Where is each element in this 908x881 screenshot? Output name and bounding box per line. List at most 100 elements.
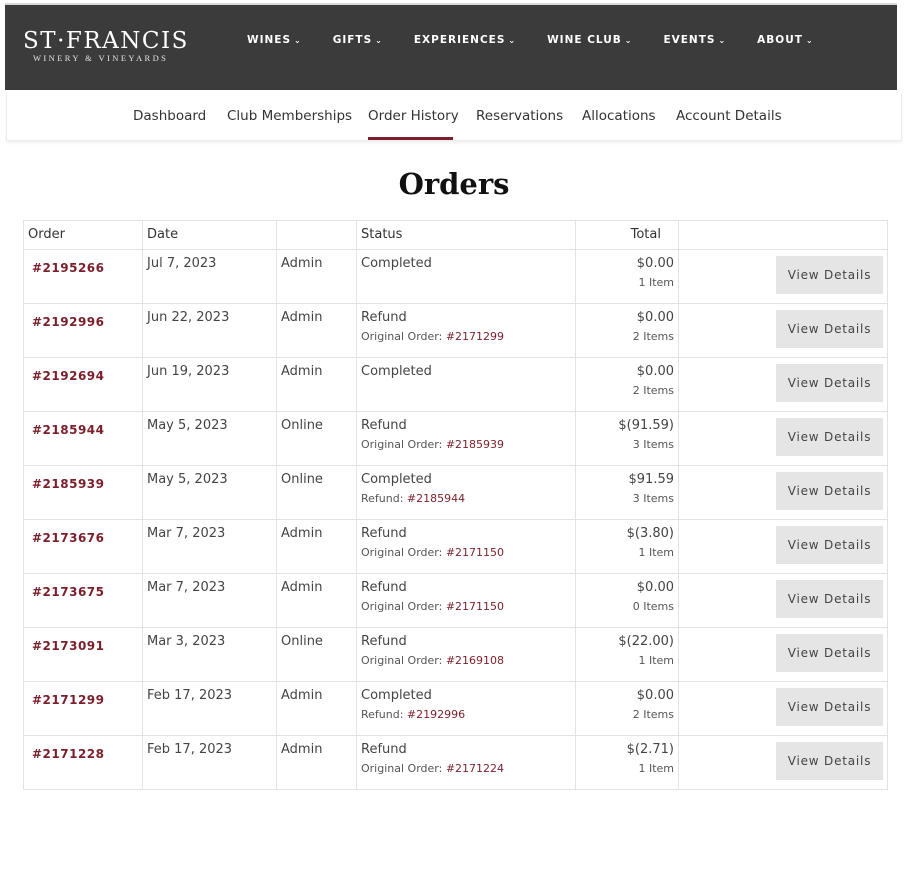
total-amount: $(91.59): [618, 418, 674, 433]
status-text: Refund: [361, 742, 407, 757]
brand-name: ST·FRANCIS: [23, 28, 189, 54]
status-text: Refund: [361, 310, 407, 325]
order-number-link[interactable]: #2192996: [32, 315, 105, 329]
action-cell: View Details: [678, 735, 888, 790]
status-reference: Original Order: #2171299: [361, 330, 571, 343]
reference-order-link[interactable]: #2171224: [446, 762, 504, 775]
table-row: #2171228 Feb 17, 2023 Admin Refund Original …: [23, 735, 888, 790]
date-cell: Mar 3, 2023: [142, 627, 277, 682]
tab-account-details[interactable]: Account Details: [676, 108, 782, 124]
status-text: Refund: [361, 634, 407, 649]
site-header: ST·FRANCIS Winery & Vineyards WINES ⌄ GIF…: [5, 3, 897, 90]
reference-order-link[interactable]: #2169108: [446, 654, 504, 667]
table-row: #2192996 Jun 22, 2023 Admin Refund Original …: [23, 303, 888, 358]
reference-label: Original Order:: [361, 654, 443, 667]
total-cell: $(3.80) 1 Item: [575, 519, 679, 574]
view-details-button[interactable]: View Details: [776, 472, 883, 510]
status-reference: Original Order: #2171224: [361, 762, 571, 775]
view-details-button[interactable]: View Details: [776, 688, 883, 726]
status-text: Completed: [361, 364, 432, 379]
status-text: Completed: [361, 256, 432, 271]
chevron-down-icon: ⌄: [508, 36, 517, 45]
tab-order-history[interactable]: Order History: [368, 108, 459, 124]
order-number-link[interactable]: #2171228: [32, 747, 105, 761]
nav-wine-club-label: WINE CLUB: [547, 34, 622, 46]
total-amount: $(3.80): [626, 526, 674, 541]
reference-label: Original Order:: [361, 546, 443, 559]
nav-events[interactable]: EVENTS ⌄: [663, 34, 726, 46]
status-cell: Refund Original Order: #2171150: [356, 573, 576, 628]
orders-table-body: #2195266 Jul 7, 2023 Admin Completed $0.00 1 …: [23, 249, 888, 790]
status-text: Completed: [361, 472, 432, 487]
reference-order-link[interactable]: #2185939: [446, 438, 504, 451]
total-amount: $0.00: [636, 580, 674, 595]
orders-table: Order Date Status Total #2195266 Jul 7, 2…: [23, 220, 888, 790]
channel-cell: Admin: [276, 735, 357, 790]
tab-dashboard[interactable]: Dashboard: [133, 108, 206, 124]
status-text: Refund: [361, 526, 407, 541]
reference-order-link[interactable]: #2171299: [446, 330, 504, 343]
status-reference: Refund: #2192996: [361, 708, 571, 721]
channel-cell: Admin: [276, 249, 357, 304]
view-details-button[interactable]: View Details: [776, 418, 883, 456]
date-cell: Mar 7, 2023: [142, 519, 277, 574]
channel-cell: Admin: [276, 303, 357, 358]
nav-gifts[interactable]: GIFTS ⌄: [333, 34, 383, 46]
status-reference: Refund: #2185944: [361, 492, 571, 505]
order-cell: #2173675: [23, 573, 143, 628]
status-reference: Original Order: #2171150: [361, 600, 571, 613]
action-cell: View Details: [678, 465, 888, 520]
nav-wines[interactable]: WINES ⌄: [247, 34, 302, 46]
order-number-link[interactable]: #2173091: [32, 639, 105, 653]
tab-allocations[interactable]: Allocations: [582, 108, 656, 124]
table-row: #2185944 May 5, 2023 Online Refund Original …: [23, 411, 888, 466]
order-number-link[interactable]: #2173676: [32, 531, 105, 545]
nav-experiences[interactable]: EXPERIENCES ⌄: [414, 34, 516, 46]
date-cell: May 5, 2023: [142, 465, 277, 520]
status-reference: Original Order: #2171150: [361, 546, 571, 559]
order-cell: #2195266: [23, 249, 143, 304]
order-cell: #2171299: [23, 681, 143, 736]
brand-logo[interactable]: ST·FRANCIS Winery & Vineyards: [23, 29, 189, 63]
total-amount: $(2.71): [626, 742, 674, 757]
status-cell: Refund Original Order: #2171224: [356, 735, 576, 790]
order-number-link[interactable]: #2195266: [32, 261, 105, 275]
tab-club-memberships[interactable]: Club Memberships: [227, 108, 352, 124]
active-tab-indicator: [368, 137, 453, 140]
view-details-button[interactable]: View Details: [776, 742, 883, 780]
table-row: #2192694 Jun 19, 2023 Admin Completed $0.00 2…: [23, 357, 888, 412]
order-number-link[interactable]: #2185944: [32, 423, 105, 437]
status-cell: Completed Refund: #2192996: [356, 681, 576, 736]
channel-cell: Online: [276, 627, 357, 682]
reference-order-link[interactable]: #2185944: [407, 492, 465, 505]
reference-order-link[interactable]: #2192996: [407, 708, 465, 721]
channel-cell: Admin: [276, 681, 357, 736]
nav-wine-club[interactable]: WINE CLUB ⌄: [547, 34, 632, 46]
table-row: #2195266 Jul 7, 2023 Admin Completed $0.00 1 …: [23, 249, 888, 304]
total-cell: $(2.71) 1 Item: [575, 735, 679, 790]
view-details-button[interactable]: View Details: [776, 634, 883, 672]
reference-order-link[interactable]: #2171150: [446, 600, 504, 613]
status-cell: Completed Refund: #2185944: [356, 465, 576, 520]
reference-order-link[interactable]: #2171150: [446, 546, 504, 559]
status-text: Refund: [361, 580, 407, 595]
item-count: 0 Items: [632, 600, 674, 613]
view-details-button[interactable]: View Details: [776, 256, 883, 294]
action-cell: View Details: [678, 411, 888, 466]
channel-cell: Admin: [276, 357, 357, 412]
view-details-button[interactable]: View Details: [776, 310, 883, 348]
view-details-button[interactable]: View Details: [776, 580, 883, 618]
order-number-link[interactable]: #2171299: [32, 693, 105, 707]
action-cell: View Details: [678, 303, 888, 358]
order-number-link[interactable]: #2173675: [32, 585, 105, 599]
order-number-link[interactable]: #2192694: [32, 369, 105, 383]
tab-reservations[interactable]: Reservations: [476, 108, 563, 124]
view-details-button[interactable]: View Details: [776, 364, 883, 402]
view-details-button[interactable]: View Details: [776, 526, 883, 564]
total-cell: $0.00 2 Items: [575, 303, 679, 358]
channel-cell: Admin: [276, 573, 357, 628]
nav-about[interactable]: ABOUT ⌄: [757, 34, 813, 46]
total-amount: $0.00: [636, 364, 674, 379]
total-amount: $0.00: [636, 688, 674, 703]
order-number-link[interactable]: #2185939: [32, 477, 105, 491]
